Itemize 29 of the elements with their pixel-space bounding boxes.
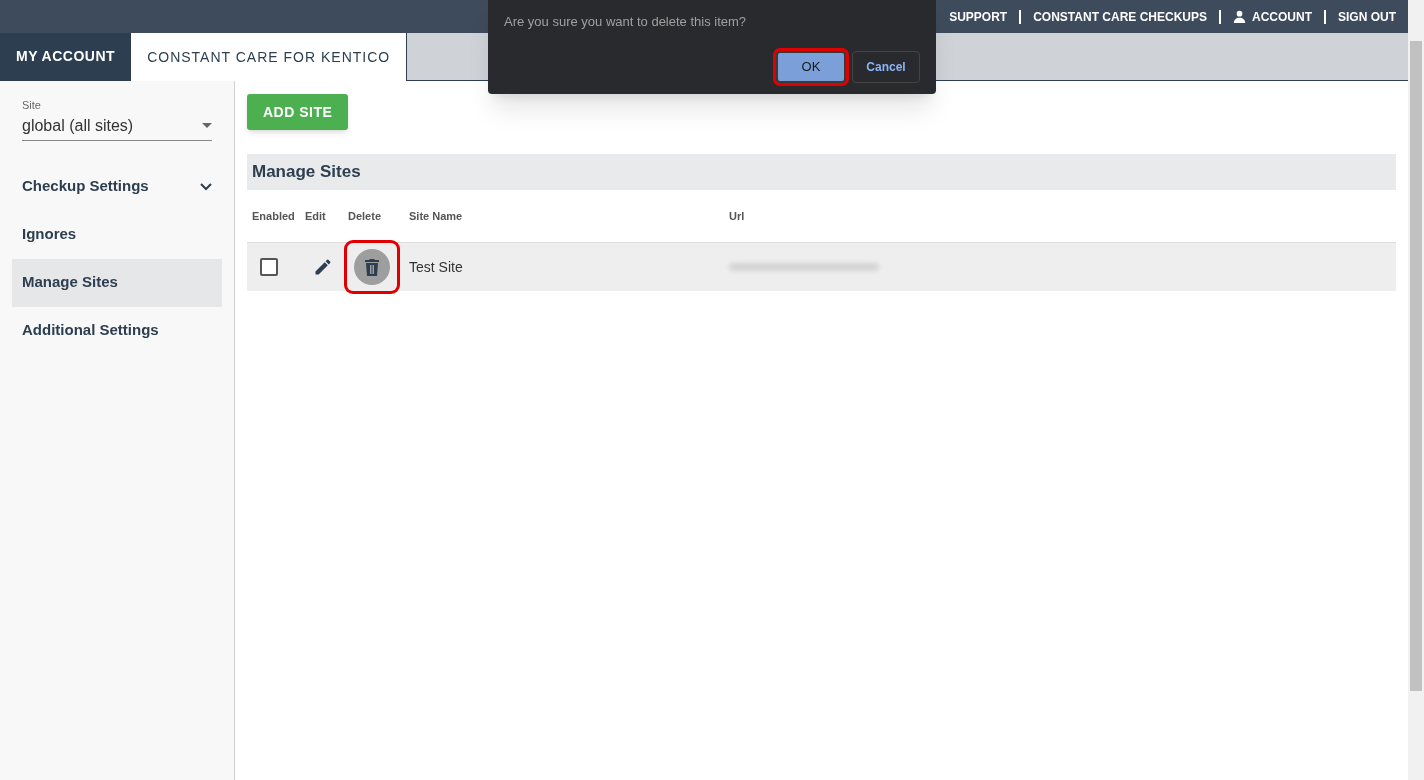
column-header: Delete — [347, 208, 383, 224]
tab[interactable]: CONSTANT CARE FOR KENTICO — [131, 33, 408, 81]
column-header: Enabled — [251, 208, 296, 224]
sidebar-item[interactable]: Checkup Settings — [12, 162, 222, 211]
dialog-message: Are you sure you want to delete this item? — [504, 13, 748, 31]
trash-icon — [364, 258, 380, 276]
tab[interactable]: MY ACCOUNT — [0, 33, 132, 80]
checkbox[interactable] — [260, 258, 278, 276]
user-icon — [1233, 10, 1246, 23]
delete-button[interactable] — [347, 243, 397, 291]
pencil-icon[interactable] — [313, 257, 333, 277]
column-header: Site Name — [408, 208, 464, 224]
column-header: Edit — [304, 208, 327, 224]
field-label: Site — [22, 98, 42, 113]
ok-button[interactable]: OK — [776, 50, 846, 83]
nav-link[interactable]: CONSTANT CARE CHECKUPS — [1033, 7, 1207, 26]
sidebar-item[interactable]: Additional Settings — [12, 306, 222, 355]
sidebar-item[interactable]: Manage Sites — [12, 258, 222, 307]
nav-link[interactable]: SIGN OUT — [1338, 7, 1396, 26]
select-value: global (all sites) — [22, 115, 134, 136]
cancel-button[interactable]: Cancel — [852, 50, 920, 83]
column-header: Url — [729, 208, 745, 224]
nav-link[interactable]: ACCOUNT — [1233, 7, 1312, 26]
section-header: Manage Sites — [247, 154, 1396, 190]
dropdown-caret-icon — [202, 123, 212, 128]
sidebar-item[interactable]: Ignores — [12, 210, 222, 259]
site-select[interactable]: Site global (all sites) — [22, 97, 212, 141]
nav-link[interactable]: SUPPORT — [949, 7, 1008, 26]
site-name: Test Site — [408, 257, 464, 277]
